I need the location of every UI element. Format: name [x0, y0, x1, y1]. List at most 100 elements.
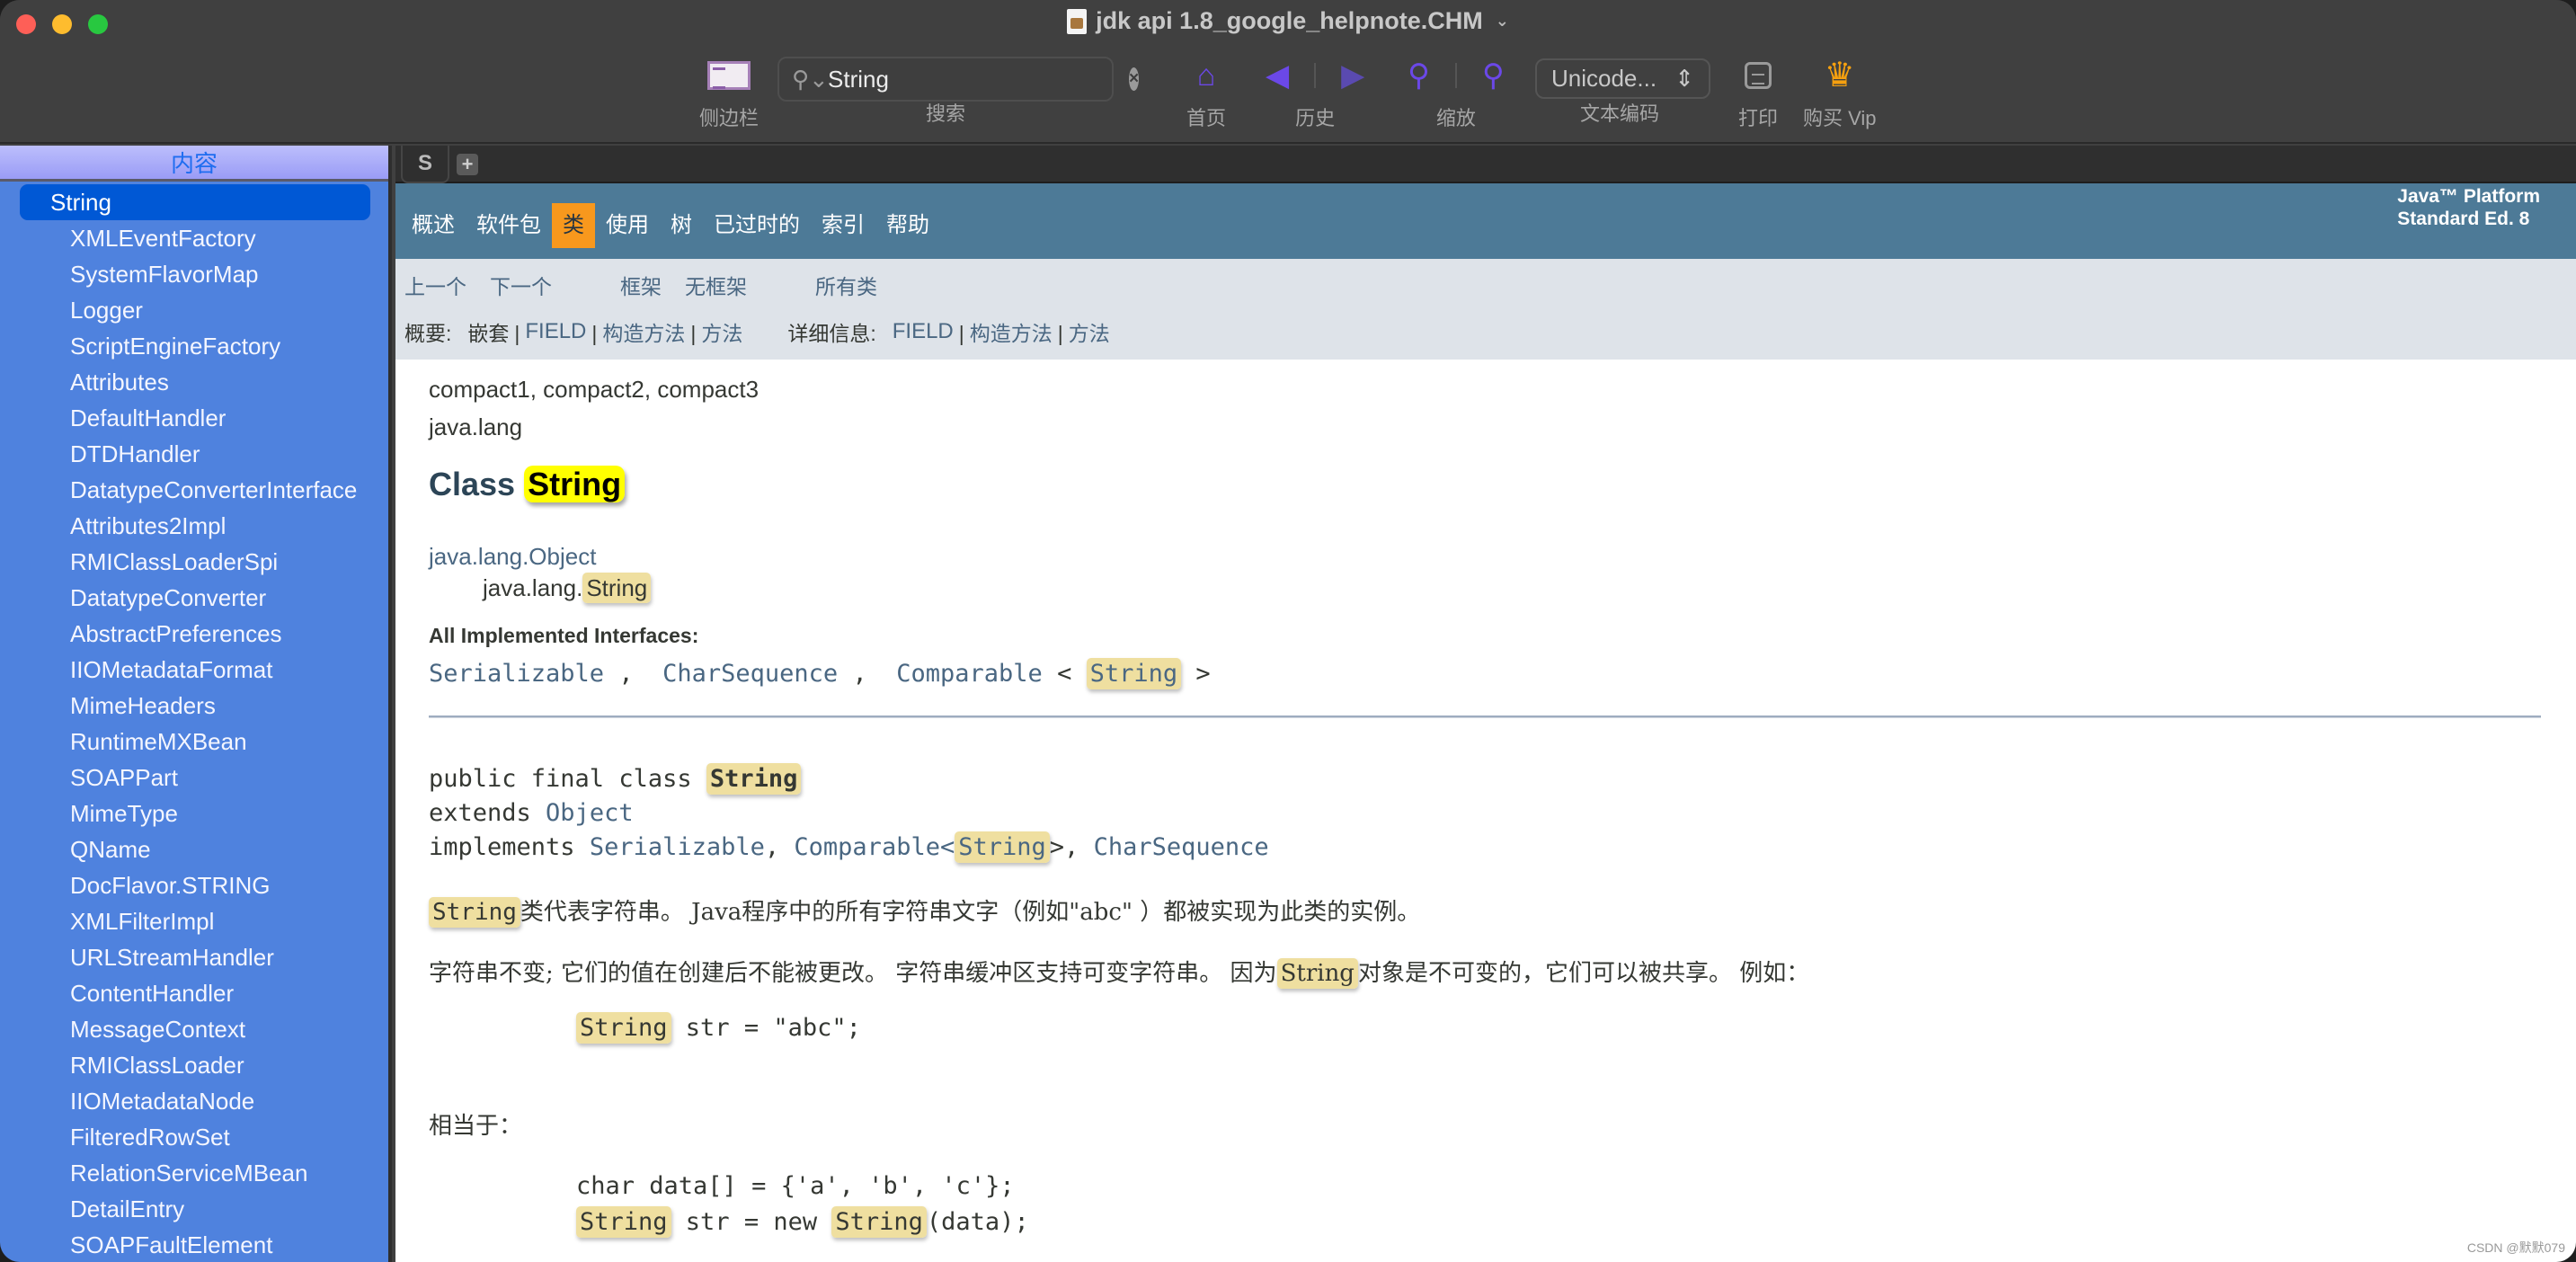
- sidebar-item[interactable]: RMIClassLoader: [20, 1047, 370, 1083]
- forward-arrow-icon[interactable]: ▶: [1341, 56, 1364, 95]
- top-nav-item[interactable]: 软件包: [466, 203, 552, 248]
- next-class-link[interactable]: 下一个: [490, 270, 552, 300]
- top-nav-item[interactable]: 使用: [595, 203, 660, 248]
- sidebar-list: String XMLEventFactory SystemFlavorMap Logg…: [0, 182, 388, 1262]
- inheritance-tree: java.lang.Object java.lang. String: [429, 543, 652, 603]
- charsequence-link[interactable]: CharSequence: [662, 660, 838, 688]
- sidebar-item[interactable]: ContentHandler: [20, 975, 370, 1011]
- serializable-link[interactable]: Serializable: [590, 833, 765, 861]
- sidebar-item[interactable]: IIOMetadataNode: [20, 1083, 370, 1119]
- window-title[interactable]: jdk api 1.8_google_helpnote.CHM ⌄: [0, 7, 2576, 35]
- prev-class-link[interactable]: 上一个: [404, 270, 466, 300]
- summary-method-link[interactable]: 方法: [701, 316, 742, 347]
- all-classes-link[interactable]: 所有类: [815, 270, 877, 300]
- sidebar-item[interactable]: DatatypeConverterInterface: [20, 472, 370, 508]
- sidebar-item[interactable]: DocFlavor.STRING: [20, 867, 370, 903]
- tab-s[interactable]: S: [401, 146, 449, 183]
- sidebar-item[interactable]: DatatypeConverter: [20, 580, 370, 616]
- divider: [1314, 63, 1317, 88]
- sidebar-toggle-label: 侧边栏: [699, 107, 759, 129]
- back-arrow-icon[interactable]: ◀: [1266, 56, 1289, 95]
- sidebar-item[interactable]: AbstractPreferences: [20, 616, 370, 652]
- string-type-link[interactable]: String: [955, 831, 1050, 863]
- search-icon[interactable]: ⚲⌄: [792, 66, 829, 93]
- sidebar-item[interactable]: Attributes: [20, 364, 370, 400]
- description-paragraph-2: 字符串不变; 它们的值在创建后不能被更改。 字符串缓冲区支持可变字符串。 因为 S…: [429, 955, 1810, 989]
- sidebar-item[interactable]: ScriptEngineFactory: [20, 328, 370, 364]
- no-frames-link[interactable]: 无框架: [685, 270, 747, 300]
- search-highlight: String: [582, 573, 652, 603]
- top-nav-item[interactable]: 树: [660, 203, 703, 248]
- sidebar-item[interactable]: RelationServiceMBean: [20, 1155, 370, 1191]
- top-nav-item[interactable]: 类: [552, 203, 595, 248]
- decl-modifiers: public final class: [429, 765, 706, 793]
- class-declaration: public final class String extends Object…: [429, 762, 1269, 865]
- chevron-down-icon[interactable]: ⌄: [1496, 12, 1509, 31]
- sidebar-item[interactable]: MimeHeaders: [20, 688, 370, 724]
- sidebar-item[interactable]: SOAPFaultElement: [20, 1227, 370, 1262]
- crown-icon: ♛: [1824, 57, 1855, 94]
- zoom-in-icon[interactable]: ⚲: [1408, 56, 1430, 95]
- gt: >: [1181, 660, 1211, 688]
- zoom-out-icon[interactable]: ⚲: [1482, 56, 1505, 95]
- lt: <: [939, 833, 955, 861]
- summary-field-link[interactable]: FIELD: [525, 319, 586, 344]
- search-field[interactable]: ⚲⌄ ×: [777, 57, 1140, 102]
- sidebar-item[interactable]: RMIClassLoaderSpi: [20, 544, 370, 580]
- inherit-child-prefix: java.lang.: [483, 574, 583, 601]
- sidebar-item[interactable]: Logger: [20, 292, 370, 328]
- sidebar-item[interactable]: URLStreamHandler: [20, 939, 370, 975]
- encoding-select[interactable]: Unicode... ⇕: [1535, 58, 1710, 99]
- print-button[interactable]: 打印: [1738, 56, 1778, 131]
- add-tab-button[interactable]: +: [457, 154, 478, 175]
- top-nav-item[interactable]: 概述: [401, 203, 466, 248]
- top-nav-item[interactable]: 索引: [811, 203, 875, 248]
- sidebar-item[interactable]: SystemFlavorMap: [20, 256, 370, 292]
- sidebar-item[interactable]: DTDHandler: [20, 436, 370, 472]
- separator: |: [690, 322, 697, 345]
- clear-search-icon[interactable]: ×: [1129, 67, 1140, 91]
- serializable-link[interactable]: Serializable: [429, 660, 604, 688]
- object-link[interactable]: Object: [546, 799, 634, 827]
- class-title: Class String: [429, 466, 626, 503]
- decl-implements: implements: [429, 833, 590, 861]
- sidebar-item[interactable]: XMLFilterImpl: [20, 903, 370, 939]
- search-input[interactable]: [828, 65, 1129, 93]
- object-link[interactable]: java.lang.Object: [429, 543, 596, 570]
- string-type-link[interactable]: String: [1086, 658, 1182, 689]
- titlebar: jdk api 1.8_google_helpnote.CHM ⌄ 侧边栏 ⚲⌄…: [0, 0, 2576, 144]
- top-nav-item[interactable]: 帮助: [875, 203, 940, 248]
- sidebar-item[interactable]: DetailEntry: [20, 1191, 370, 1227]
- code1-rest: str = "abc";: [671, 1014, 861, 1042]
- comparable-link[interactable]: Comparable: [896, 660, 1043, 688]
- top-nav-item[interactable]: 已过时的: [703, 203, 811, 248]
- detail-field-link[interactable]: FIELD: [893, 319, 954, 344]
- sidebar-item[interactable]: XMLEventFactory: [20, 220, 370, 256]
- para2-text-after: 对象是不可变的，它们可以被共享。 例如：: [1357, 960, 1810, 987]
- sidebar-toggle-button[interactable]: 侧边栏: [699, 56, 759, 131]
- sidebar-item[interactable]: MessageContext: [20, 1011, 370, 1047]
- home-button[interactable]: ⌂ 首页: [1186, 56, 1226, 131]
- detail-label: 详细信息:: [787, 322, 876, 345]
- sidebar-item[interactable]: MimeType: [20, 795, 370, 831]
- sidebar-item[interactable]: Attributes2Impl: [20, 508, 370, 544]
- sidebar-item[interactable]: RuntimeMXBean: [20, 724, 370, 760]
- sidebar-item[interactable]: SOAPPart: [20, 760, 370, 795]
- sidebar-item[interactable]: IIOMetadataFormat: [20, 652, 370, 688]
- charsequence-link[interactable]: CharSequence: [1094, 833, 1269, 861]
- buy-vip-label: 购买 Vip: [1803, 107, 1877, 129]
- class-title-prefix: Class: [429, 466, 516, 502]
- sidebar-header-contents[interactable]: 内容: [0, 146, 388, 182]
- summary-constructor-link[interactable]: 构造方法: [602, 316, 685, 347]
- sidebar-item[interactable]: DefaultHandler: [20, 400, 370, 436]
- profiles-text: compact1, compact2, compact3: [429, 376, 759, 403]
- sidebar-item[interactable]: String: [20, 184, 370, 220]
- sidebar-item[interactable]: FilteredRowSet: [20, 1119, 370, 1155]
- comparable-link[interactable]: Comparable: [794, 833, 940, 861]
- sidebar-item[interactable]: QName: [20, 831, 370, 867]
- comma: ,: [838, 660, 882, 688]
- buy-vip-button[interactable]: ♛ 购买 Vip: [1803, 56, 1877, 131]
- frames-link[interactable]: 框架: [620, 270, 662, 300]
- detail-constructor-link[interactable]: 构造方法: [970, 316, 1053, 347]
- detail-method-link[interactable]: 方法: [1069, 316, 1110, 347]
